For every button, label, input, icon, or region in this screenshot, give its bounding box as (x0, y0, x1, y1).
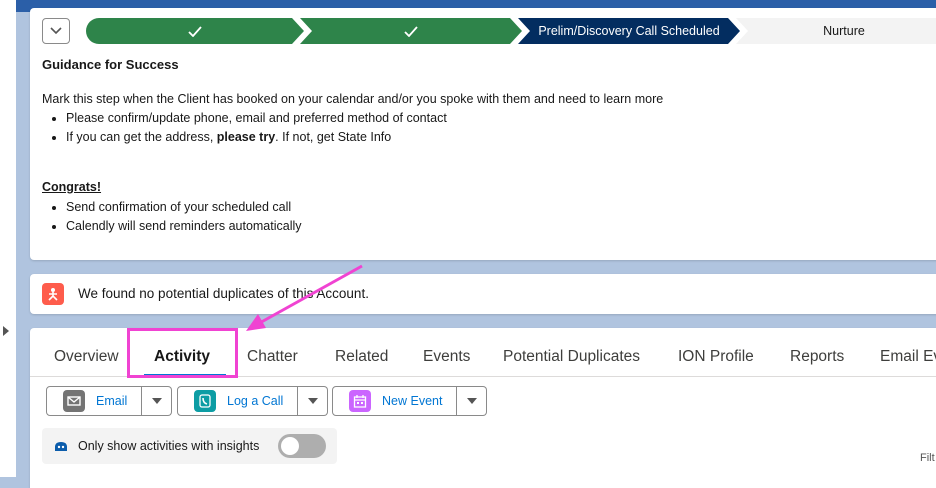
tab-ion-profile[interactable]: ION Profile (678, 348, 754, 366)
log-call-dropdown-button[interactable] (298, 386, 329, 416)
annotation-highlight-box (127, 328, 238, 378)
caret-down-icon (466, 398, 477, 404)
path-stage-current[interactable]: Prelim/Discovery Call Scheduled (518, 18, 740, 44)
phone-icon (194, 390, 216, 412)
guidance-intro: Mark this step when the Client has booke… (42, 92, 664, 106)
congrats-bullets: Send confirmation of your scheduled call… (52, 198, 302, 236)
tab-overview[interactable]: Overview (54, 348, 119, 366)
toggle-knob (281, 437, 299, 455)
path-stage-nurture[interactable]: Nurture (736, 18, 936, 44)
insights-filter: Only show activities with insights (42, 428, 337, 464)
insights-toggle[interactable] (278, 434, 326, 458)
guidance-bullet: Please confirm/update phone, email and p… (66, 109, 447, 128)
guidance-title: Guidance for Success (42, 57, 179, 72)
path-stage-label: Nurture (823, 24, 865, 38)
email-button[interactable]: Email (46, 386, 143, 416)
duplicates-card: We found no potential duplicates of this… (30, 274, 936, 314)
congrats-bullet: Calendly will send reminders automatical… (66, 217, 302, 236)
guidance-bullet: If you can get the address, please try. … (66, 128, 447, 147)
filter-label: Filt (920, 452, 935, 464)
email-icon (63, 390, 85, 412)
tab-potential-duplicates[interactable]: Potential Duplicates (503, 348, 640, 366)
left-panel-strip (0, 0, 16, 477)
email-action-group: Email (46, 386, 173, 416)
check-icon (188, 26, 202, 37)
tab-related[interactable]: Related (335, 348, 388, 366)
log-call-button-label: Log a Call (227, 394, 284, 408)
tab-events[interactable]: Events (423, 348, 470, 366)
duplicate-icon (42, 283, 64, 305)
duplicates-message: We found no potential duplicates of this… (78, 286, 369, 301)
congrats-bullet: Send confirmation of your scheduled call (66, 198, 302, 217)
new-event-button[interactable]: New Event (332, 386, 458, 416)
insights-label: Only show activities with insights (78, 439, 260, 453)
chevron-down-icon (50, 27, 62, 35)
log-call-button[interactable]: Log a Call (177, 386, 299, 416)
guidance-bullets: Please confirm/update phone, email and p… (52, 109, 447, 147)
email-button-label: Email (96, 394, 128, 408)
congrats-heading: Congrats! (42, 180, 102, 194)
path-stage-label: Prelim/Discovery Call Scheduled (538, 24, 720, 38)
path-stage-2[interactable] (300, 18, 522, 44)
path-card: Prelim/Discovery Call Scheduled Nurture … (30, 8, 936, 260)
log-call-action-group: Log a Call (177, 386, 329, 416)
calendar-icon (349, 390, 371, 412)
caret-down-icon (151, 398, 162, 404)
expand-panel-icon[interactable] (3, 326, 9, 336)
collapse-guidance-button[interactable] (42, 18, 70, 44)
caret-down-icon (307, 398, 318, 404)
path-stage-1[interactable] (86, 18, 304, 44)
tabs-card: Overview Activity Chatter Related Events… (30, 328, 936, 488)
tab-reports[interactable]: Reports (790, 348, 844, 366)
tab-chatter[interactable]: Chatter (247, 348, 298, 366)
email-dropdown-button[interactable] (142, 386, 173, 416)
insights-icon (55, 442, 67, 451)
new-event-action-group: New Event (332, 386, 488, 416)
new-event-dropdown-button[interactable] (457, 386, 488, 416)
tab-email-events[interactable]: Email Ev (880, 348, 936, 366)
check-icon (404, 26, 418, 37)
new-event-button-label: New Event (382, 394, 443, 408)
